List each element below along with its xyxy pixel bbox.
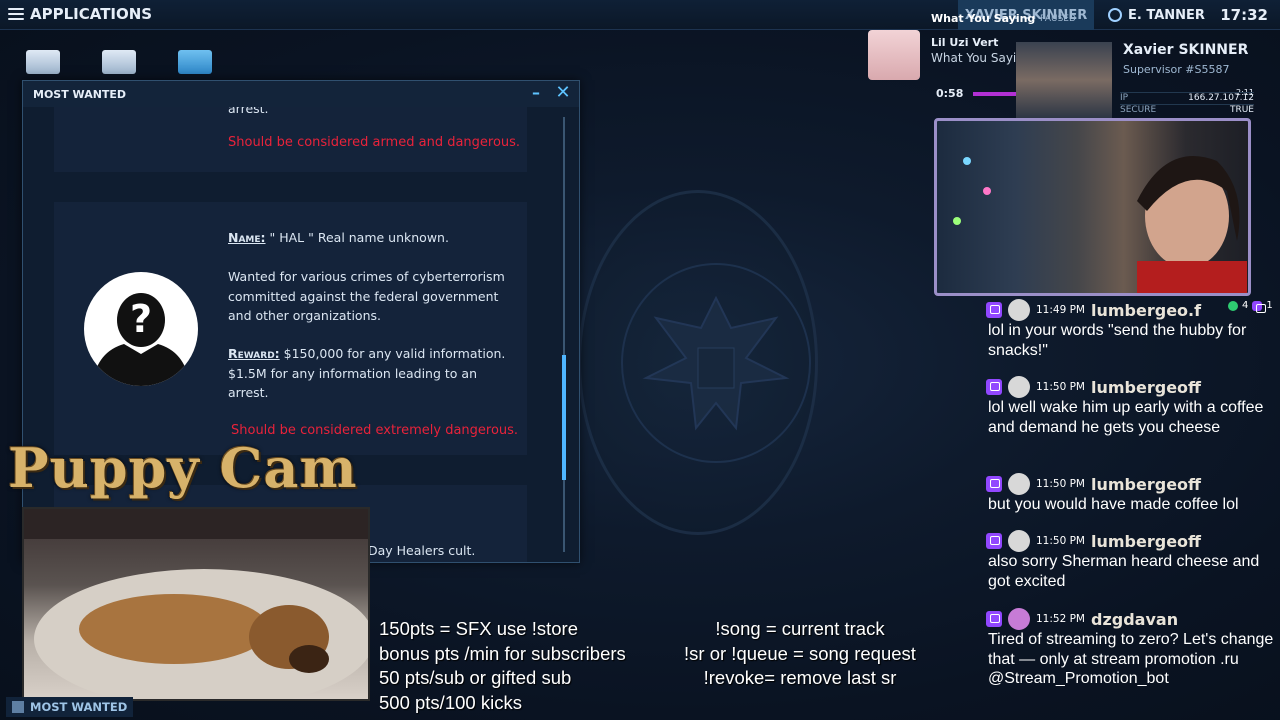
puppy-camera-feed: [22, 507, 370, 701]
description-text: Wanted for various crimes of cyberterror…: [228, 269, 505, 323]
user-name: E. TANNER: [1128, 7, 1205, 23]
user-avatar: [1008, 473, 1030, 495]
user-avatar: [1008, 608, 1030, 630]
username[interactable]: lumbergeoff: [1091, 378, 1201, 397]
webcam-image: [953, 156, 1247, 293]
clock: 17:32: [1220, 6, 1268, 24]
points-info: 150pts = SFX use !store bonus pts /min f…: [379, 617, 626, 715]
profile-row: SECURE TRUE: [1120, 104, 1254, 116]
subscriber-badge-icon: [986, 379, 1002, 395]
subscriber-badge-icon: [986, 476, 1002, 492]
applications-menu[interactable]: APPLICATIONS: [8, 5, 152, 23]
taskbar-label: MOST WANTED: [30, 700, 128, 714]
timestamp: 11:50 PM: [1036, 478, 1085, 490]
window-icon: [12, 701, 24, 713]
message-text: lol in your words "send the hubby for sn…: [988, 322, 1247, 359]
user-avatar: [1008, 376, 1030, 398]
warning-text: Should be considered armed and dangerous…: [228, 135, 521, 150]
puppy-cam-title: Puppy Cam: [8, 436, 358, 500]
username[interactable]: lumbergeoff: [1091, 475, 1201, 494]
unknown-person-avatar: ?: [84, 272, 198, 386]
desktop-icon-document[interactable]: [26, 50, 62, 78]
profile-row: IP 166.27.107.12: [1120, 92, 1254, 104]
reward-label: Reward:: [228, 346, 280, 361]
desktop-icon-archive[interactable]: [102, 50, 138, 78]
card-text: arrest.: [228, 107, 269, 116]
row-value: TRUE: [1229, 105, 1254, 115]
document-icon: [26, 50, 60, 74]
message-text: but you would have made coffee lol: [988, 496, 1239, 513]
row-value: 166.27.107.12: [1188, 93, 1254, 103]
message-text: Tired of streaming to zero? Let's change…: [988, 631, 1274, 687]
wanted-card: arrest. Should be considered armed and d…: [54, 107, 527, 172]
hamburger-icon: [8, 8, 24, 20]
minimize-button[interactable]: –: [529, 83, 543, 103]
user-avatar: [1008, 530, 1030, 552]
song-commands-info: !song = current track !sr or !queue = so…: [670, 617, 930, 691]
reward-field: Reward: $150,000 for any valid informati…: [228, 344, 518, 403]
info-line: 150pts = SFX use !store: [379, 618, 578, 639]
svg-text:?: ?: [130, 297, 152, 341]
streamer-webcam: [934, 118, 1251, 296]
puppy-image: [24, 509, 368, 699]
chat-message: 11:49 PM lumbergeo.f lol in your words "s…: [986, 299, 1280, 360]
row-key: SECURE: [1120, 105, 1157, 115]
window-title: MOST WANTED: [33, 87, 127, 101]
subscriber-badge-icon: [986, 302, 1002, 318]
row-key: IP: [1120, 93, 1129, 103]
playback-status: PAUSED: [1040, 14, 1076, 24]
info-line: 500 pts/100 kicks: [379, 691, 522, 713]
card-text: Day Healers cult.: [368, 543, 476, 558]
subscriber-badge-icon: [986, 533, 1002, 549]
name-field: Name: " HAL " Real name unknown.: [228, 228, 518, 248]
subscriber-badge-icon: [986, 611, 1002, 627]
chat-message: 11:50 PM lumbergeoff but you would have m…: [986, 473, 1280, 515]
album-art: [868, 30, 920, 80]
info-line: !song = current track: [715, 618, 885, 639]
close-button[interactable]: ✕: [555, 83, 571, 103]
username[interactable]: dzgdavan: [1091, 610, 1178, 629]
timestamp: 11:49 PM: [1036, 304, 1085, 316]
wanted-card-hal: ? Name: " HAL " Real name unknown. Wante…: [54, 202, 527, 455]
timestamp: 11:50 PM: [1036, 381, 1085, 393]
now-playing-title: What You Saying: [931, 12, 1036, 25]
archive-icon: [102, 50, 136, 74]
user-status-icon: [1108, 8, 1122, 22]
desktop-icon-folder[interactable]: [178, 50, 214, 78]
profile-photo: [1016, 42, 1112, 118]
scrollbar-thumb[interactable]: [562, 355, 566, 480]
info-line: !revoke= remove last sr: [703, 667, 897, 688]
elapsed-time: 0:58: [936, 87, 964, 100]
chat-message: 11:50 PM lumbergeoff lol well wake him up…: [986, 376, 1280, 437]
applications-label: APPLICATIONS: [30, 5, 153, 23]
scrollbar-track[interactable]: [563, 117, 565, 552]
folder-icon: [178, 50, 212, 74]
profile-name: Xavier SKINNER: [1123, 42, 1249, 58]
chat-message: 11:50 PM lumbergeoff also sorry Sherman h…: [986, 530, 1280, 591]
silhouette-icon: ?: [92, 293, 190, 386]
user-e-tanner[interactable]: E. TANNER: [1108, 0, 1205, 30]
taskbar-most-wanted[interactable]: MOST WANTED: [6, 697, 134, 717]
profile-subtitle: Supervisor #S5587: [1123, 63, 1230, 76]
info-line: 50 pts/sub or gifted sub: [379, 667, 572, 688]
chat-message: 11:52 PM dzgdavan Tired of streaming to z…: [986, 608, 1280, 689]
user-avatar: [1008, 299, 1030, 321]
window-titlebar[interactable]: MOST WANTED – ✕: [23, 81, 579, 107]
eagle-icon: [642, 295, 790, 431]
message-text: lol well wake him up early with a coffee…: [988, 399, 1264, 436]
username[interactable]: lumbergeo.f: [1091, 301, 1201, 320]
info-line: !sr or !queue = song request: [684, 642, 916, 664]
message-text: also sorry Sherman heard cheese and got …: [988, 553, 1260, 590]
timestamp: 11:50 PM: [1036, 535, 1085, 547]
name-label: Name:: [228, 230, 266, 245]
intelligence-seal: [578, 190, 818, 535]
username[interactable]: lumbergeoff: [1091, 532, 1201, 551]
top-bar: APPLICATIONS XAVIER SKINNER E. TANNER 17…: [0, 0, 1280, 30]
artist-name: Lil Uzi Vert: [931, 36, 999, 49]
name-value: " HAL " Real name unknown.: [265, 230, 449, 245]
info-line: bonus pts /min for subscribers: [379, 642, 626, 664]
timestamp: 11:52 PM: [1036, 613, 1085, 625]
profile-details: IP 166.27.107.12 SECURE TRUE: [1120, 92, 1254, 116]
